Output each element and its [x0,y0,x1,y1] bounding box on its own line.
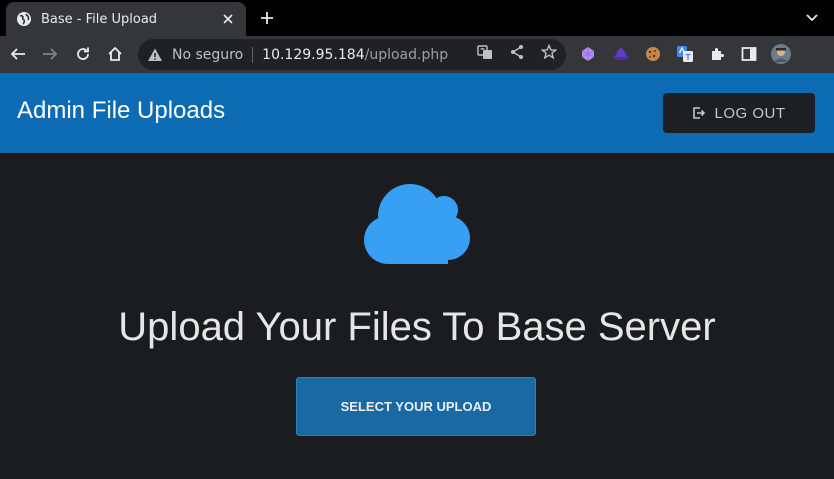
profile-avatar-icon[interactable] [770,43,792,65]
extension-hat-icon[interactable] [611,44,631,64]
logout-icon [692,106,706,120]
chevron-down-icon[interactable] [801,8,823,28]
extension-cookie-icon[interactable] [643,44,663,64]
puzzle-icon[interactable] [707,44,727,64]
cloud-icon [364,184,470,264]
browser-tabstrip: Base - File Upload [0,0,834,36]
logout-label: LOG OUT [714,104,786,122]
url-host: 10.129.95.184 [262,46,365,63]
logout-button[interactable]: LOG OUT [663,93,815,133]
browser-tab[interactable]: Base - File Upload [6,2,246,36]
forward-arrow-icon[interactable] [38,42,62,66]
app-header: Admin File Uploads LOG OUT [0,73,834,153]
select-upload-button[interactable]: SELECT YOUR UPLOAD [296,377,536,436]
plus-icon[interactable] [256,7,278,29]
globe-icon [16,11,32,27]
reload-icon[interactable] [71,42,95,66]
tab-title: Base - File Upload [41,11,158,27]
address-bar[interactable]: No seguro 10.129.95.184 /upload.php [138,39,566,70]
sidepanel-icon[interactable] [739,44,759,64]
star-icon[interactable] [540,43,558,61]
browser-toolbar: No seguro 10.129.95.184 /upload.php 13 [0,36,834,101]
url-path: /upload.php [364,46,449,63]
page-headline: Upload Your Files To Base Server [118,305,716,349]
extension-translate-icon[interactable] [675,44,695,64]
warning-icon[interactable] [147,47,163,63]
home-icon[interactable] [103,42,127,66]
security-status: No seguro [172,46,244,63]
omnibox-separator [252,46,254,63]
close-icon[interactable] [220,11,236,27]
share-icon[interactable] [508,43,526,61]
extension-gem-icon[interactable] [578,44,598,64]
translate-icon[interactable] [476,43,494,61]
upload-section: Upload Your Files To Base Server SELECT … [0,153,834,479]
back-arrow-icon[interactable] [6,42,30,66]
app-title: Admin File Uploads [17,97,226,124]
